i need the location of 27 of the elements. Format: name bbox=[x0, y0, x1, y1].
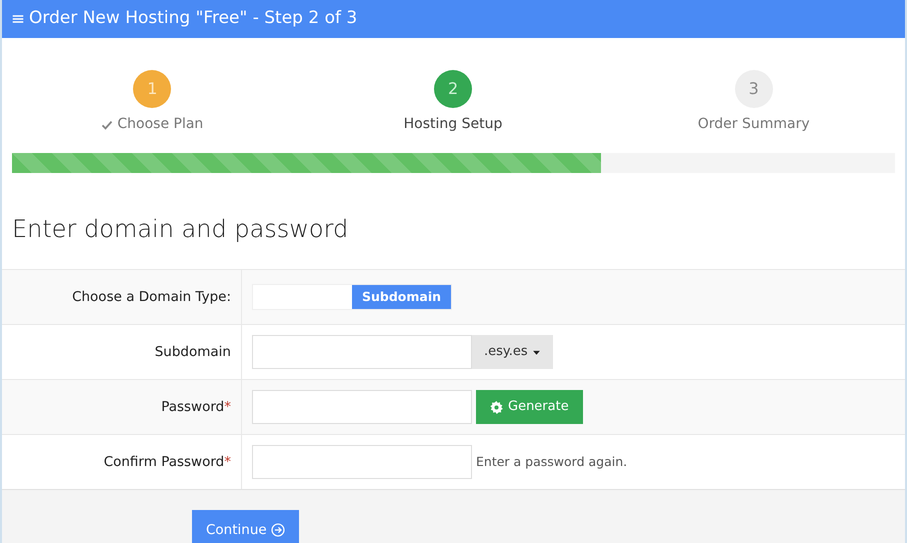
menu-icon bbox=[12, 13, 24, 25]
required-mark: * bbox=[224, 398, 231, 417]
arrow-circle-icon bbox=[270, 523, 285, 537]
step-circle: 2 bbox=[434, 70, 472, 108]
step-label: Choose Plan bbox=[117, 115, 204, 134]
field-label: Subdomain bbox=[154, 342, 231, 362]
field-label: Password bbox=[161, 398, 224, 417]
step-circle: 3 bbox=[734, 70, 773, 108]
continue-button[interactable]: Continue bbox=[192, 510, 299, 543]
gear-icon bbox=[490, 400, 503, 414]
subdomain-field[interactable] bbox=[252, 335, 472, 369]
page-title: Order New Hosting "Free" - Step 2 of 3 bbox=[29, 7, 358, 30]
required-mark: * bbox=[224, 452, 231, 472]
step-label: Hosting Setup bbox=[404, 115, 502, 134]
subdomain-option[interactable]: Subdomain bbox=[352, 285, 451, 309]
field-label: Choose a Domain Type: bbox=[72, 288, 231, 307]
field-label: Confirm Password bbox=[104, 452, 224, 472]
section-heading: Enter domain and password bbox=[12, 214, 350, 245]
domain-type-toggle[interactable]: Subdomain bbox=[252, 284, 452, 310]
password-field[interactable] bbox=[252, 390, 472, 424]
step-circle: 1 bbox=[133, 70, 172, 108]
hint-text: Enter a password again. bbox=[476, 452, 628, 471]
check-icon bbox=[101, 118, 114, 130]
step-label: Order Summary bbox=[698, 115, 810, 134]
confirm-password-field[interactable] bbox=[252, 445, 472, 479]
domain-dropdown[interactable]: .esy.es bbox=[472, 335, 553, 369]
generate-button[interactable]: Generate bbox=[476, 390, 583, 424]
